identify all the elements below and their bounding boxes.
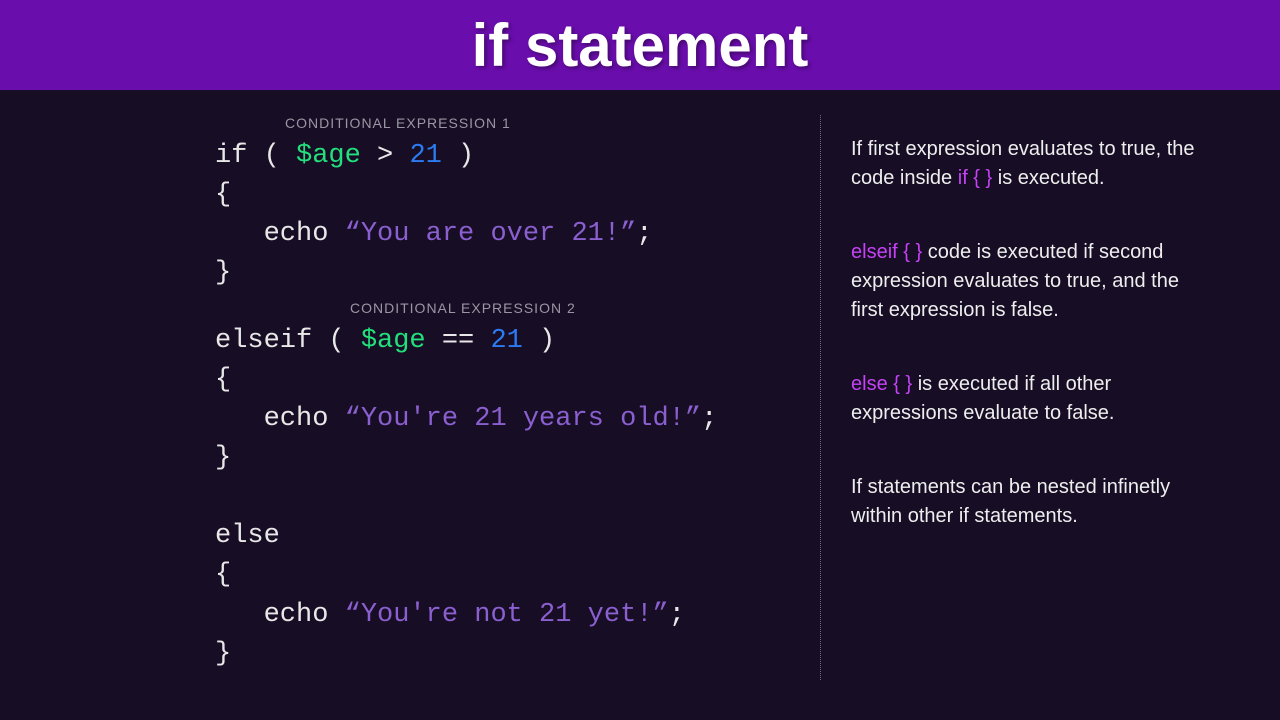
conditional-label-1: CONDITIONAL EXPRESSION 1 — [285, 115, 820, 131]
brace-close: } — [215, 639, 231, 669]
semicolon: ; — [701, 404, 717, 434]
explain-paragraph-3: else { } is executed if all other expres… — [851, 370, 1211, 428]
string-literal-2: “You're 21 years old!” — [345, 404, 701, 434]
inline-keyword-if: if { } — [958, 167, 992, 189]
echo-keyword: echo — [215, 600, 345, 630]
brace-open: { — [215, 560, 231, 590]
semicolon: ; — [636, 219, 652, 249]
operator-eqeq: == — [426, 326, 491, 356]
inline-keyword-else: else { } — [851, 373, 912, 395]
explain-paragraph-4: If statements can be nested infinetly wi… — [851, 473, 1211, 531]
operator-gt: > — [361, 141, 410, 171]
echo-keyword: echo — [215, 219, 345, 249]
code-block-if: if ( $age > 21 ) { echo “You are over 21… — [215, 137, 820, 294]
keyword-else: else — [215, 521, 280, 551]
explain-text: If statements can be nested infinetly wi… — [851, 476, 1170, 527]
inline-keyword-elseif: elseif { } — [851, 241, 922, 263]
open-paren: ( — [312, 326, 361, 356]
string-literal-1: “You are over 21!” — [345, 219, 637, 249]
close-paren: ) — [523, 326, 555, 356]
number-21: 21 — [409, 141, 441, 171]
keyword-elseif: elseif — [215, 326, 312, 356]
explain-paragraph-2: elseif { } code is executed if second ex… — [851, 238, 1211, 325]
brace-open: { — [215, 180, 231, 210]
string-literal-3: “You're not 21 yet!” — [345, 600, 669, 630]
number-21: 21 — [490, 326, 522, 356]
conditional-label-2: CONDITIONAL EXPRESSION 2 — [350, 300, 820, 316]
title-banner: if statement — [0, 0, 1280, 90]
brace-close: } — [215, 258, 231, 288]
page-title: if statement — [472, 11, 809, 80]
explain-text: is executed. — [992, 167, 1104, 189]
keyword-if: if — [215, 141, 247, 171]
open-paren: ( — [247, 141, 296, 171]
code-block-elseif: elseif ( $age == 21 ) { echo “You're 21 … — [215, 322, 820, 674]
brace-open: { — [215, 365, 231, 395]
slide-content: CONDITIONAL EXPRESSION 1 if ( $age > 21 … — [0, 90, 1280, 720]
explanation-column: If first expression evaluates to true, t… — [820, 115, 1280, 680]
close-paren: ) — [442, 141, 474, 171]
semicolon: ; — [669, 600, 685, 630]
code-column: CONDITIONAL EXPRESSION 1 if ( $age > 21 … — [0, 115, 820, 720]
echo-keyword: echo — [215, 404, 345, 434]
brace-close: } — [215, 443, 231, 473]
variable-age: $age — [296, 141, 361, 171]
variable-age: $age — [361, 326, 426, 356]
explain-paragraph-1: If first expression evaluates to true, t… — [851, 135, 1211, 193]
